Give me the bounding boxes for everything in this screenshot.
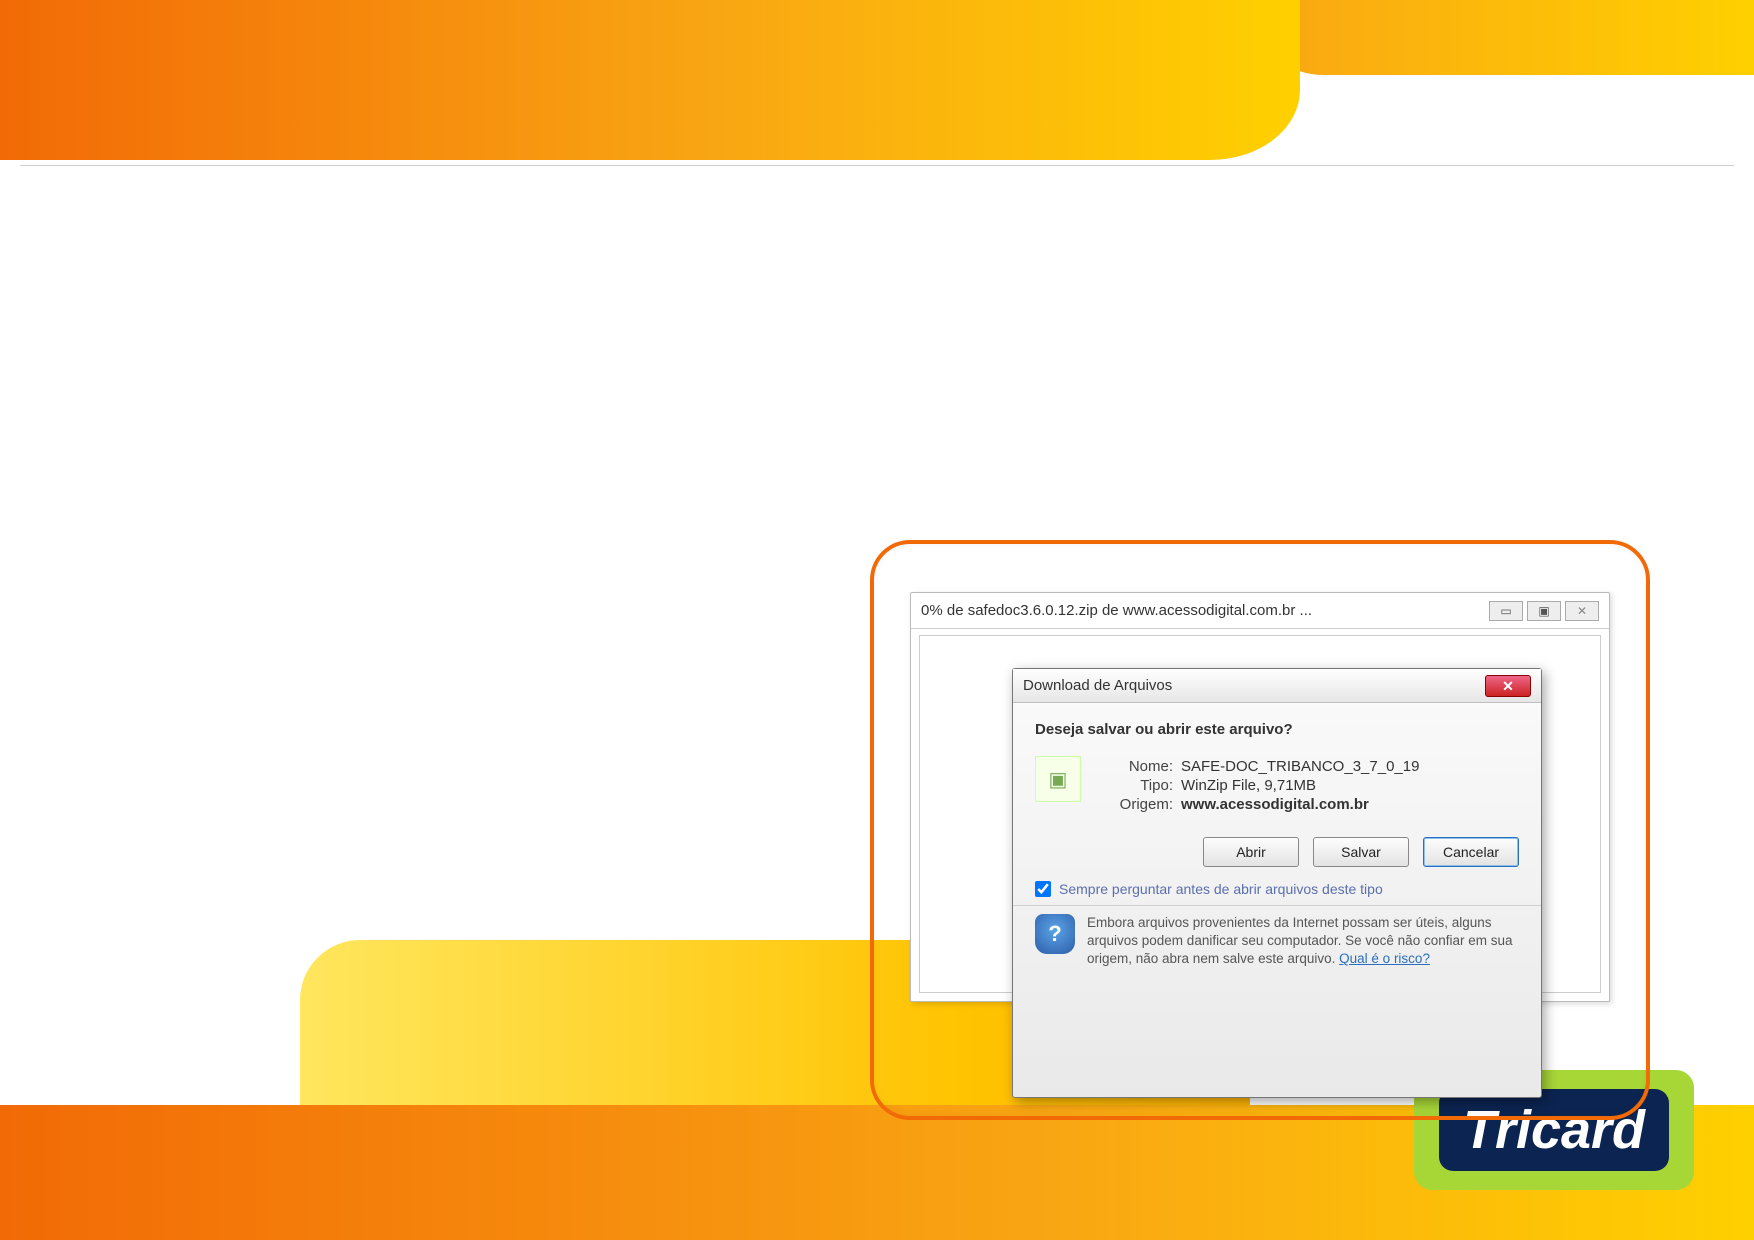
close-button[interactable]: ✕ <box>1565 601 1599 621</box>
cancel-button[interactable]: Cancelar <box>1423 837 1519 867</box>
open-button[interactable]: Abrir <box>1203 837 1299 867</box>
zip-file-icon: ▣ <box>1035 756 1081 802</box>
always-ask-checkbox-row[interactable]: Sempre perguntar antes de abrir arquivos… <box>1035 881 1519 897</box>
dialog-title: Download de Arquivos <box>1023 677 1172 694</box>
security-note: ? Embora arquivos provenientes da Intern… <box>1035 914 1519 983</box>
value-name: SAFE-DOC_TRIBANCO_3_7_0_19 <box>1181 758 1419 775</box>
dialog-buttons: Abrir Salvar Cancelar <box>1035 837 1519 867</box>
dialog-titlebar: Download de Arquivos ✕ <box>1013 669 1541 703</box>
label-name: Nome: <box>1103 758 1173 775</box>
always-ask-checkbox[interactable] <box>1035 881 1051 897</box>
save-button[interactable]: Salvar <box>1313 837 1409 867</box>
dialog-body: Deseja salvar ou abrir este arquivo? ▣ N… <box>1013 703 1541 983</box>
header-band <box>0 0 1754 160</box>
shield-icon: ? <box>1035 914 1075 954</box>
always-ask-label: Sempre perguntar antes de abrir arquivos… <box>1059 881 1383 897</box>
dialog-question: Deseja salvar ou abrir este arquivo? <box>1035 721 1519 738</box>
dialog-divider <box>1013 905 1541 906</box>
dialog-close-button[interactable]: ✕ <box>1485 675 1531 697</box>
header-band-left <box>0 0 1300 160</box>
minimize-button[interactable]: ▭ <box>1489 601 1523 621</box>
maximize-button[interactable]: ▣ <box>1527 601 1561 621</box>
label-origin: Origem: <box>1103 796 1173 813</box>
download-progress-titlebar: 0% de safedoc3.6.0.12.zip de www.acessod… <box>911 593 1609 629</box>
download-progress-title: 0% de safedoc3.6.0.12.zip de www.acessod… <box>921 602 1312 619</box>
header-rule <box>20 165 1734 166</box>
value-origin: www.acessodigital.com.br <box>1181 796 1369 813</box>
risk-link[interactable]: Qual é o risco? <box>1339 951 1430 966</box>
security-warning-text: Embora arquivos provenientes da Internet… <box>1087 915 1513 966</box>
value-type: WinZip File, 9,71MB <box>1181 777 1316 794</box>
file-info: ▣ Nome: SAFE-DOC_TRIBANCO_3_7_0_19 Tipo:… <box>1035 756 1519 815</box>
file-download-dialog: Download de Arquivos ✕ Deseja salvar ou … <box>1012 668 1542 1098</box>
header-band-right <box>1254 0 1754 75</box>
window-controls: ▭ ▣ ✕ <box>1489 601 1599 621</box>
label-type: Tipo: <box>1103 777 1173 794</box>
